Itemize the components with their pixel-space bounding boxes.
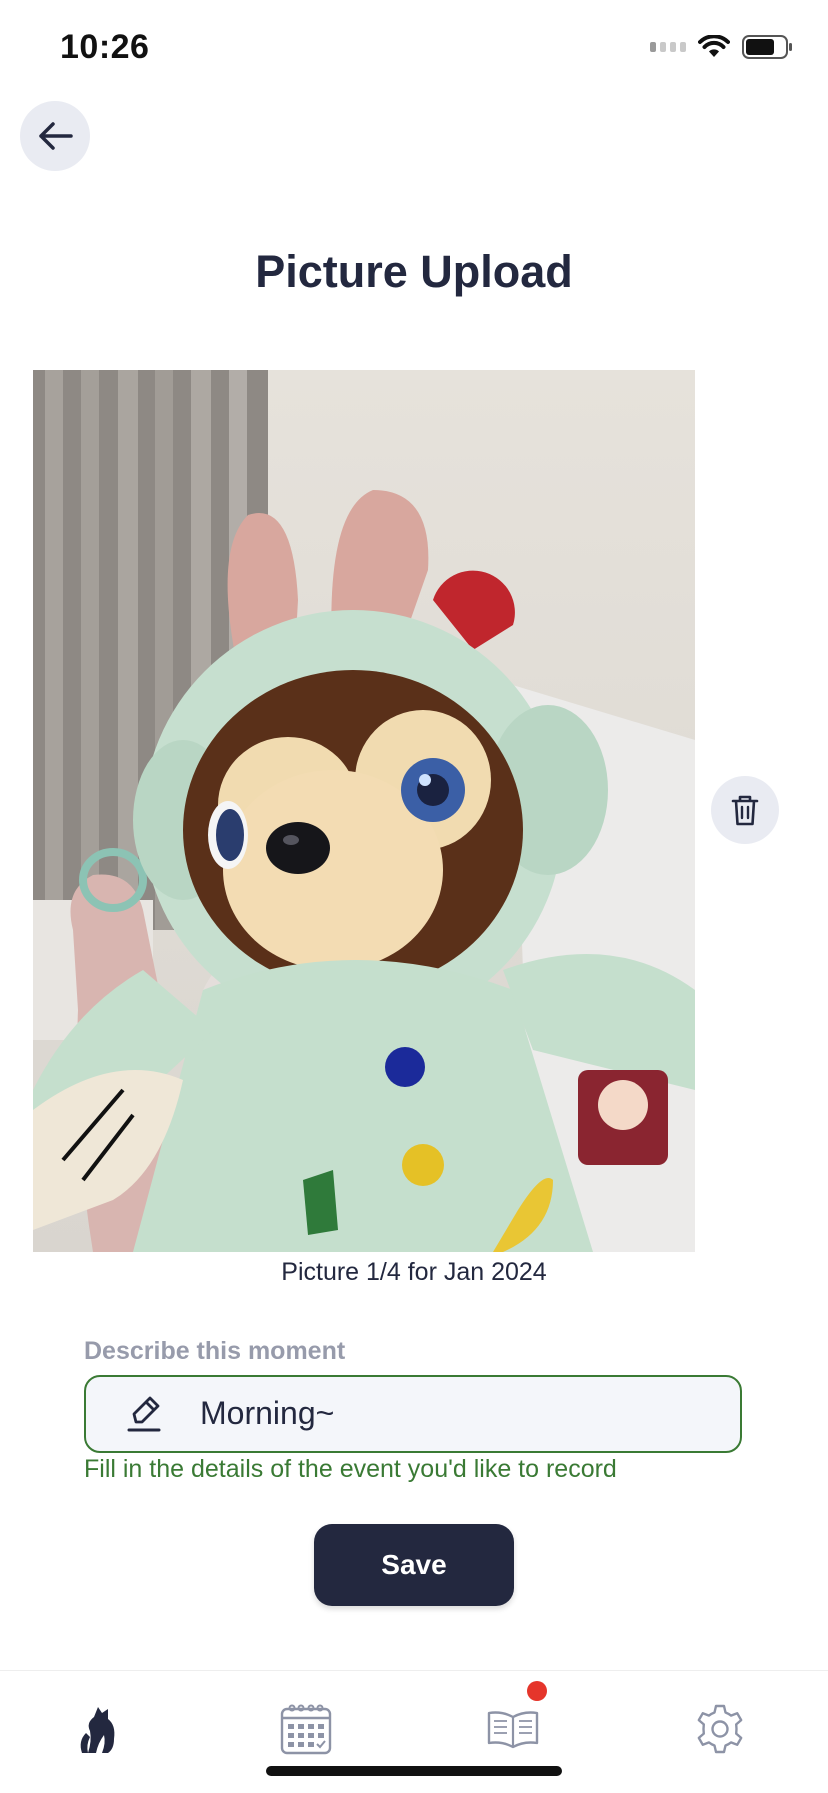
home-indicator — [266, 1766, 562, 1776]
arrow-left-icon — [39, 122, 73, 150]
notification-badge — [527, 1681, 547, 1701]
tab-calendar[interactable] — [270, 1693, 342, 1765]
delete-photo-button[interactable] — [711, 776, 779, 844]
description-helper-text: Fill in the details of the event you'd l… — [84, 1455, 617, 1483]
pets-icon — [80, 1707, 115, 1753]
description-value[interactable]: Morning~ — [200, 1395, 334, 1432]
status-time: 10:26 — [60, 28, 150, 66]
gear-icon — [697, 1704, 743, 1754]
uploaded-photo — [33, 370, 695, 1252]
tab-journal[interactable] — [477, 1693, 549, 1765]
description-input[interactable]: Morning~ — [84, 1375, 742, 1453]
description-label: Describe this moment — [84, 1337, 346, 1365]
status-bar: 10:26 — [0, 0, 828, 100]
calendar-icon — [280, 1704, 332, 1755]
cellular-signal-icon — [650, 42, 686, 52]
status-icons — [650, 34, 794, 60]
tab-settings[interactable] — [684, 1693, 756, 1765]
tab-pets[interactable] — [65, 1693, 137, 1765]
photo-caption: Picture 1/4 for Jan 2024 — [281, 1258, 547, 1286]
back-button[interactable] — [20, 101, 90, 171]
save-button[interactable]: Save — [314, 1524, 514, 1606]
battery-icon — [742, 35, 792, 59]
page-title: Picture Upload — [255, 246, 573, 297]
trash-icon — [731, 795, 759, 826]
wifi-icon — [698, 35, 730, 57]
pencil-icon — [127, 1396, 161, 1432]
book-icon — [487, 1711, 539, 1749]
